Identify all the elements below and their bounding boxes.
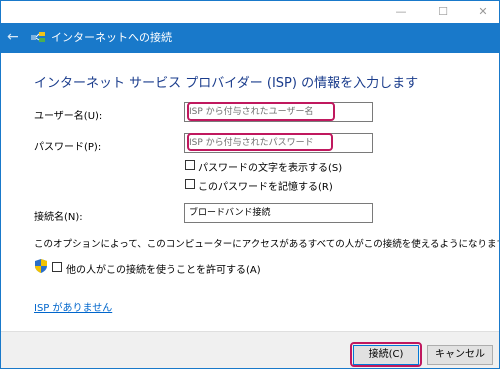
minimize-button[interactable]: — bbox=[387, 1, 415, 23]
sharing-note: このオプションによって、このコンピューターにアクセスがあるすべての人がこの接続を… bbox=[34, 239, 500, 250]
page-heading: インターネット サービス プロバイダー (ISP) の情報を入力します bbox=[34, 76, 419, 91]
show-password-label[interactable]: パスワードの文字を表示する(S) bbox=[198, 159, 342, 174]
remember-password-label[interactable]: このパスワードを記憶する(R) bbox=[198, 178, 333, 193]
close-button[interactable]: ✕ bbox=[469, 1, 497, 23]
no-isp-link[interactable]: ISP がありません bbox=[34, 299, 112, 314]
dialog-window: — ☐ ✕ ← インターネットへの接続 インターネット サービス プロバイダー … bbox=[0, 0, 500, 369]
connect-button[interactable]: 接続(C) bbox=[353, 345, 419, 365]
username-label: ユーザー名(U): bbox=[34, 111, 103, 122]
button-bar: 接続(C) キャンセル bbox=[1, 331, 499, 368]
allow-others-label[interactable]: 他の人がこの接続を使うことを許可する(A) bbox=[66, 261, 261, 276]
password-highlight bbox=[187, 133, 333, 151]
remember-password-checkbox[interactable] bbox=[185, 179, 195, 189]
connection-name-field[interactable]: ブロードバンド接続 bbox=[184, 203, 373, 223]
cancel-button[interactable]: キャンセル bbox=[427, 345, 493, 365]
connection-name-label: 接続名(N): bbox=[34, 212, 83, 223]
password-label: パスワード(P): bbox=[34, 142, 102, 153]
uac-shield-icon bbox=[35, 259, 47, 273]
maximize-button[interactable]: ☐ bbox=[429, 1, 457, 23]
nav-bar: ← インターネットへの接続 bbox=[1, 23, 499, 53]
nav-title: インターネットへの接続 bbox=[51, 31, 172, 44]
username-highlight bbox=[187, 102, 335, 121]
show-password-checkbox[interactable] bbox=[185, 160, 195, 170]
back-arrow-icon[interactable]: ← bbox=[7, 29, 23, 45]
network-connection-icon bbox=[31, 32, 45, 42]
title-bar: — ☐ ✕ bbox=[1, 1, 499, 23]
allow-others-checkbox[interactable] bbox=[52, 262, 62, 272]
